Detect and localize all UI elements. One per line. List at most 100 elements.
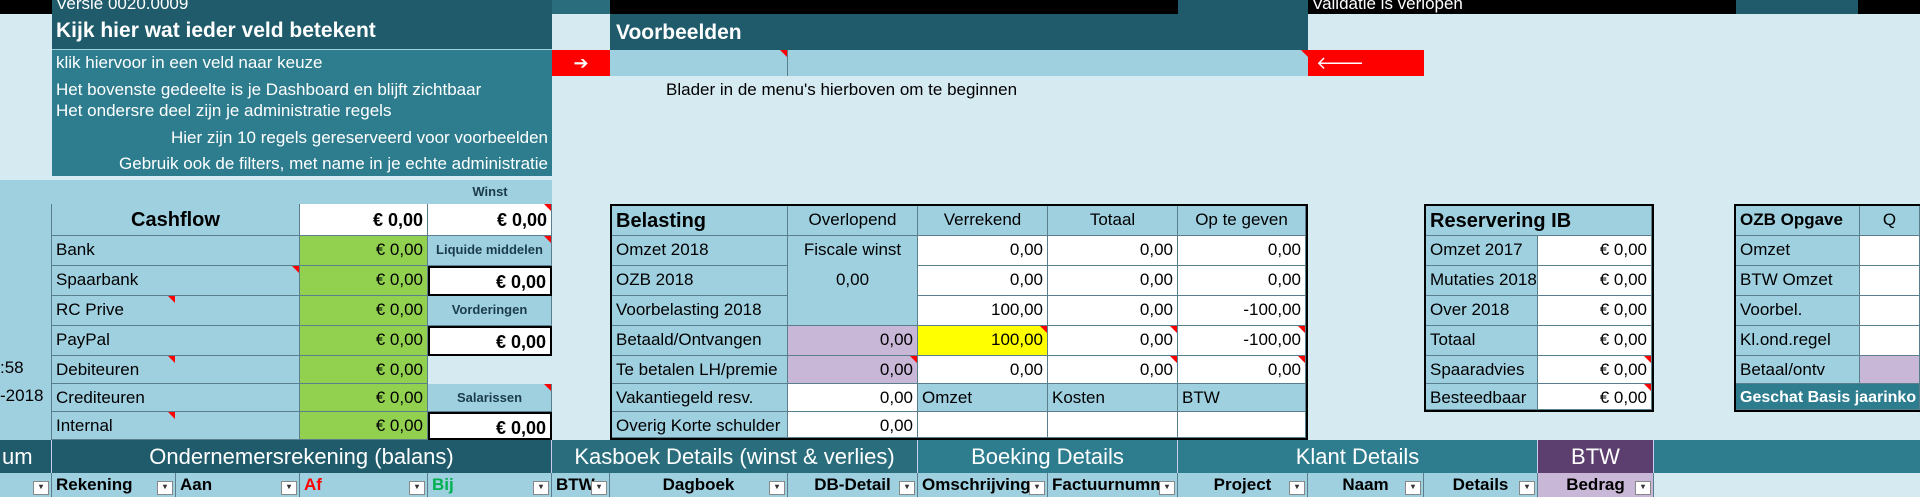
top-cell-mid <box>610 0 1178 14</box>
summary-header-btw: BTW <box>1178 384 1306 412</box>
col-bij[interactable]: Bij ▾ <box>428 473 552 497</box>
belasting-row-vakantiegeld-value: 0,00 <box>788 384 918 412</box>
filter-dropdown-icon[interactable]: ▾ <box>769 481 785 495</box>
filter-dropdown-icon[interactable]: ▾ <box>409 481 425 495</box>
section-boeking: Boeking Details <box>918 440 1178 473</box>
summary-omzet-value <box>918 412 1048 438</box>
reservering-row-omzet-label: Omzet 2017 <box>1426 236 1538 266</box>
salarissen-button[interactable]: Salarissen <box>428 384 552 412</box>
belasting-row-voorbelasting-verrekend: 100,00 <box>918 296 1048 326</box>
cashflow-row-internal-value: € 0,00 <box>300 412 428 440</box>
belasting-title: Belasting <box>612 206 788 236</box>
filter-dropdown-icon[interactable]: ▾ <box>1405 481 1421 495</box>
col-dbdetail[interactable]: DB-Detail ▾ <box>788 473 918 497</box>
col-bij-label: Bij <box>432 475 454 494</box>
section-kasboek: Kasboek Details (winst & verlies) <box>552 440 918 473</box>
col-dbdetail-label: DB-Detail <box>814 475 891 494</box>
filter-dropdown-icon[interactable]: ▾ <box>157 481 173 495</box>
reservering-row-spaaradvies-label: Spaaradvies <box>1426 356 1538 384</box>
cashflow-title: Cashflow <box>52 204 300 236</box>
reservering-row-totaal-label: Totaal <box>1426 326 1538 356</box>
belasting-row-voorbelasting-overlopend <box>788 296 918 326</box>
belasting-row-voorbelasting-totaal: 0,00 <box>1048 296 1178 326</box>
col-af-label: Af <box>304 475 322 494</box>
col-project-label: Project <box>1213 475 1272 494</box>
ozb-row-btwomzet-value <box>1860 266 1920 296</box>
cashflow-row-rcprive-label: RC Prive <box>52 296 300 326</box>
belasting-row-overig-value: 0,00 <box>788 412 918 438</box>
filter-dropdown-icon[interactable]: ▾ <box>33 481 49 495</box>
version-label: Versie 0020.0009 <box>56 0 189 13</box>
validation-label: Validatie is verlopen <box>1312 0 1463 13</box>
fiscale-winst-label: Fiscale winst <box>788 236 918 266</box>
ozb-col2-header: Q <box>1860 206 1920 236</box>
filter-dropdown-icon[interactable]: ▾ <box>533 481 549 495</box>
col-factuurnummer[interactable]: Factuurnumm ▾ <box>1048 473 1178 497</box>
examples-selector-2[interactable] <box>788 50 1308 76</box>
cashflow-total: € 0,00 <box>300 204 428 236</box>
reservering-row-mutaties-label: Mutaties 2018 <box>1426 266 1538 296</box>
filter-dropdown-icon[interactable]: ▾ <box>1635 481 1651 495</box>
filter-dropdown-icon[interactable]: ▾ <box>1519 481 1535 495</box>
section-ondernemersrekening: Ondernemersrekening (balans) <box>52 440 552 473</box>
examples-selector-1[interactable] <box>610 50 788 76</box>
filter-dropdown-icon[interactable]: ▾ <box>1159 481 1175 495</box>
ozb-row-betaal-value[interactable] <box>1860 356 1920 384</box>
belasting-header-totaal: Totaal <box>1048 206 1178 236</box>
help-line-3: Het ondersre deel zijn je administratie … <box>56 101 392 120</box>
cashflow-row-crediteuren-value: € 0,00 <box>300 384 428 412</box>
examples-prev-button[interactable]: 🡐 <box>1308 50 1424 76</box>
liquide-middelen-button[interactable]: Liquide middelen <box>428 236 552 266</box>
col-aan[interactable]: Aan ▾ <box>176 473 300 497</box>
comment-marker-icon <box>168 412 175 419</box>
section-klant: Klant Details <box>1178 440 1538 473</box>
ozb-footer: Geschat Basis jaarinko <box>1736 384 1920 410</box>
arrow-right-icon: ➔ <box>573 53 589 73</box>
belasting-row-tebetalen-overlopend[interactable]: 0,00 <box>788 356 918 384</box>
col-bedrag[interactable]: Bedrag ▾ <box>1538 473 1654 497</box>
col-rekening-label: Rekening <box>56 475 133 494</box>
belasting-row-omzet-verrekend: 0,00 <box>918 236 1048 266</box>
filter-dropdown-icon[interactable]: ▾ <box>1289 481 1305 495</box>
belasting-row-betaald-optegeven: -100,00 <box>1178 326 1306 356</box>
col-rekening[interactable]: Rekening ▾ <box>52 473 176 497</box>
reservering-row-over-label: Over 2018 <box>1426 296 1538 326</box>
belasting-row-ozb-totaal: 0,00 <box>1048 266 1178 296</box>
reservering-row-mutaties-value: € 0,00 <box>1538 266 1652 296</box>
filter-dropdown-icon[interactable]: ▾ <box>1029 481 1045 495</box>
summary-btw-value <box>1178 412 1306 438</box>
belasting-header-verrekend: Verrekend <box>918 206 1048 236</box>
belasting-row-tebetalen-optegeven: 0,00 <box>1178 356 1306 384</box>
help-line-2: Het bovenste gedeelte is je Dashboard en… <box>56 80 482 99</box>
belasting-row-omzet-label: Omzet 2018 <box>612 236 788 266</box>
col-btw[interactable]: BTW ▾ <box>552 473 610 497</box>
filter-dropdown-icon[interactable]: ▾ <box>591 481 607 495</box>
col-details[interactable]: Details ▾ <box>1424 473 1538 497</box>
col-omschrijving[interactable]: Omschrijving ▾ <box>918 473 1048 497</box>
filter-dropdown-icon[interactable]: ▾ <box>281 481 297 495</box>
comment-marker-icon <box>168 356 175 363</box>
examples-next-button[interactable]: ➔ <box>552 50 610 76</box>
reservering-row-totaal-value: € 0,00 <box>1538 326 1652 356</box>
vorderingen-button[interactable]: Vorderingen <box>428 296 552 326</box>
belasting-row-betaald-verrekend[interactable]: 100,00 <box>918 326 1048 356</box>
liquide-middelen-value: € 0,00 <box>428 266 552 296</box>
col-af[interactable]: Af ▾ <box>300 473 428 497</box>
col-project[interactable]: Project ▾ <box>1178 473 1308 497</box>
belasting-row-betaald-overlopend[interactable]: 0,00 <box>788 326 918 356</box>
col-details-label: Details <box>1452 475 1509 494</box>
ozb-row-voorbel-value <box>1860 296 1920 326</box>
ozb-title: OZB Opgave <box>1736 206 1860 236</box>
belasting-row-ozb-optegeven: 0,00 <box>1178 266 1306 296</box>
belasting-header-overlopend: Overlopend <box>788 206 918 236</box>
col-datum-fragment[interactable]: ▾ <box>0 473 52 497</box>
col-dagboek[interactable]: Dagboek ▾ <box>610 473 788 497</box>
comment-marker-icon <box>168 296 175 303</box>
cashflow-row-spaarbank-value: € 0,00 <box>300 266 428 296</box>
col-empty-right <box>1654 473 1920 497</box>
filter-dropdown-icon[interactable]: ▾ <box>899 481 915 495</box>
belasting-row-ozb-label: OZB 2018 <box>612 266 788 296</box>
top-cell-right <box>1736 0 1858 14</box>
top-cell-mid2 <box>1178 0 1308 14</box>
col-naam[interactable]: Naam ▾ <box>1308 473 1424 497</box>
